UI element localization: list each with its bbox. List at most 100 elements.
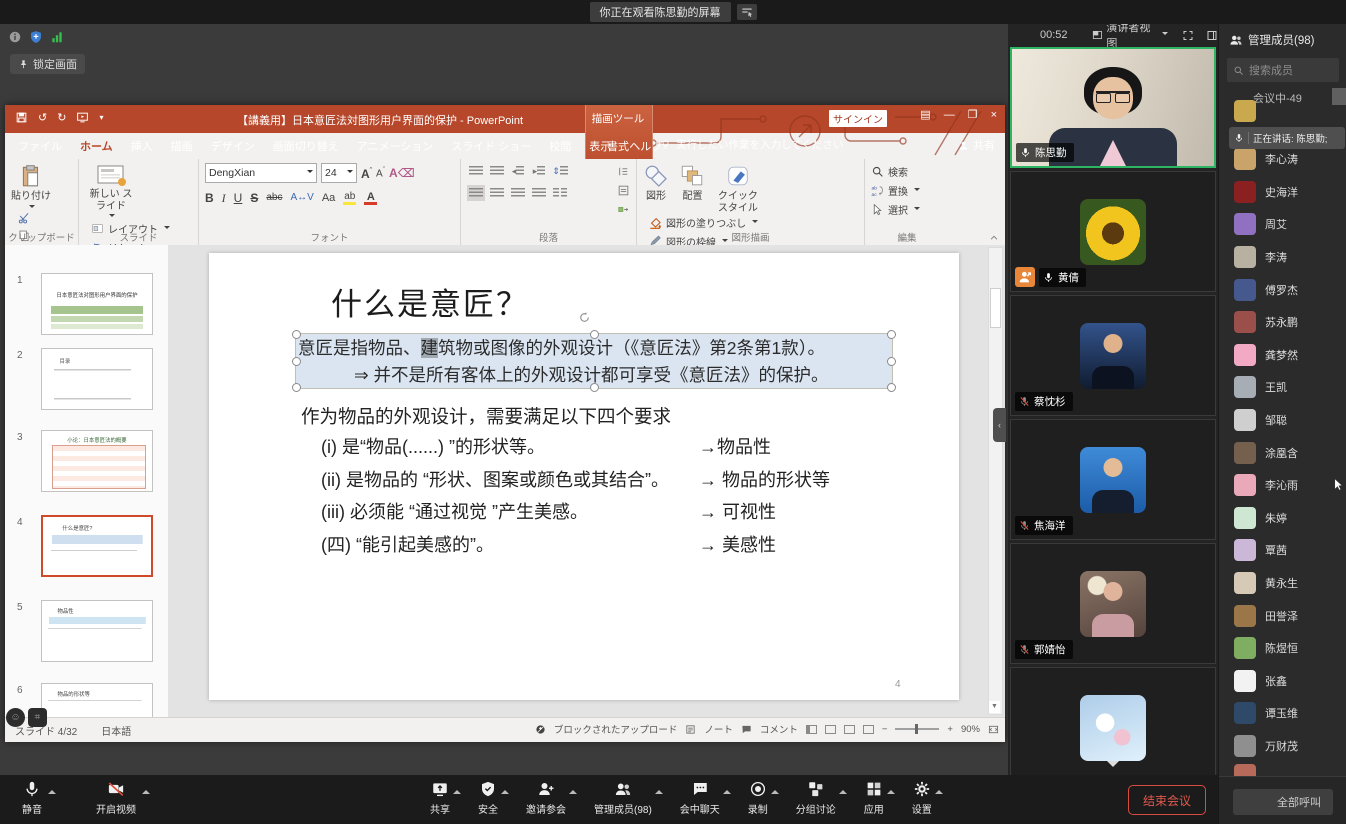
ribbon-display-icon[interactable]: ▤ <box>920 108 930 121</box>
in-meeting-tab[interactable]: 会议中-49 <box>1253 90 1302 106</box>
outdent-icon[interactable]: ◂ <box>509 163 527 179</box>
shrink-font-icon[interactable]: Aˇ <box>376 164 385 181</box>
quick-styles-button[interactable]: クイック スタイル <box>716 163 760 214</box>
toolbar-button[interactable]: 共享 <box>430 780 450 816</box>
slideshow-view-icon[interactable] <box>863 725 874 734</box>
strike-icon[interactable]: S <box>250 191 258 205</box>
ribbon-tab[interactable]: ファイル <box>9 133 71 159</box>
ribbon-tab[interactable]: 画面切り替え <box>264 133 348 159</box>
toolbar-button-options-icon[interactable] <box>453 786 461 794</box>
language-indicator[interactable]: 日本語 <box>101 723 131 738</box>
member-row[interactable]: 龚梦然 <box>1219 339 1346 372</box>
toolbar-button[interactable]: 录制 <box>748 780 768 816</box>
toolbar-button[interactable]: 管理成员(98) <box>594 780 652 816</box>
toolbar-button-options-icon[interactable] <box>723 786 731 794</box>
mute-options-icon[interactable] <box>48 786 56 794</box>
resize-handle[interactable] <box>590 383 599 392</box>
grow-font-icon[interactable]: Aˆ <box>361 165 372 181</box>
blocked-upload-label[interactable]: ブロックされたアップロード <box>554 722 678 736</box>
notes-button[interactable]: ノート <box>704 722 733 736</box>
toolbar-button[interactable]: 邀请参会 <box>526 780 566 816</box>
member-avatar-partial[interactable] <box>1234 100 1256 122</box>
toolbar-button-options-icon[interactable] <box>839 786 847 794</box>
call-all-button[interactable]: 全部呼叫 <box>1233 789 1333 815</box>
ribbon-tab[interactable]: ホーム <box>71 133 122 159</box>
ribbon-tab[interactable]: アニメーション <box>348 133 443 159</box>
restore-icon[interactable]: ❐ <box>968 108 978 121</box>
redo-icon[interactable]: ↻ <box>57 111 66 124</box>
toolbar-button[interactable]: 会中聊天 <box>680 780 720 816</box>
font-size-select[interactable]: 24 <box>321 163 357 183</box>
highlight-icon[interactable]: ab <box>343 190 356 205</box>
resize-handle[interactable] <box>292 357 301 366</box>
mute-button[interactable]: 静音 <box>22 780 42 816</box>
slide-thumbnail[interactable]: 3 小论：日本意匠法的概要 <box>41 430 153 492</box>
bold-icon[interactable]: B <box>205 191 214 205</box>
minimize-icon[interactable]: — <box>944 109 955 121</box>
change-case-icon[interactable]: Aa <box>322 191 335 205</box>
align-text-icon[interactable] <box>617 182 630 199</box>
collapse-ribbon-icon[interactable] <box>989 233 999 243</box>
scroll-down-icon[interactable]: ▼ <box>989 701 1000 713</box>
member-row[interactable]: 黄永生 <box>1219 567 1346 600</box>
toolbar-button[interactable]: 设置 <box>912 780 932 816</box>
member-row[interactable]: 万财茂 <box>1219 730 1346 763</box>
paste-button[interactable]: 貼り付け <box>11 163 51 211</box>
select-button[interactable]: 選択 <box>871 201 920 218</box>
resize-handle[interactable] <box>887 330 896 339</box>
video-options-icon[interactable] <box>142 786 150 794</box>
member-row[interactable]: 王凯 <box>1219 371 1346 404</box>
ppt-share-button[interactable]: 共有 <box>958 137 995 153</box>
member-row[interactable]: 张鑫 <box>1219 665 1346 698</box>
zoom-level[interactable]: 90% <box>961 724 980 735</box>
video-tile[interactable]: 黄倩 <box>1010 171 1216 292</box>
reaction-widget-icon[interactable]: ☺ <box>6 708 25 727</box>
member-row[interactable]: 傅罗杰 <box>1219 273 1346 306</box>
numbering-icon[interactable] <box>488 163 506 179</box>
cut-icon[interactable] <box>17 211 31 225</box>
smartart-icon[interactable] <box>617 201 630 218</box>
member-row[interactable]: 李涛 <box>1219 241 1346 274</box>
tab-stub[interactable] <box>1332 88 1346 105</box>
slide-thumbnail-panel[interactable]: 1 日本意匠法对图形用户界面的保护 2 目录 <box>5 245 169 717</box>
toolbar-button[interactable]: 安全 <box>478 780 498 816</box>
find-button[interactable]: 検索 <box>871 163 920 180</box>
sidebar-toggle-icon[interactable] <box>1206 29 1218 42</box>
end-meeting-button[interactable]: 结束会议 <box>1128 785 1206 815</box>
lock-screen-button[interactable]: 锁定画面 <box>10 54 85 74</box>
align-left-icon[interactable] <box>467 185 485 201</box>
member-row[interactable]: 朱婷 <box>1219 502 1346 535</box>
ribbon-tab-format[interactable]: 書式 <box>597 133 639 159</box>
strikethrough-abc-icon[interactable]: abc <box>266 191 282 205</box>
toolbar-button-options-icon[interactable] <box>569 786 577 794</box>
member-row[interactable]: 涂凰含 <box>1219 436 1346 469</box>
clear-format-icon[interactable]: A⌫ <box>389 166 415 180</box>
undo-icon[interactable]: ↺ <box>38 111 47 124</box>
toolbar-button-options-icon[interactable] <box>887 786 895 794</box>
toolbar-button-options-icon[interactable] <box>771 786 779 794</box>
scrollbar-thumb[interactable] <box>990 288 1001 328</box>
bullets-icon[interactable] <box>467 163 485 179</box>
tell-me-box[interactable]: 実行したい作業を入力してください <box>660 137 843 152</box>
ribbon-tab[interactable]: 挿入 <box>122 133 162 159</box>
ribbon-tab[interactable]: 描画 <box>162 133 202 159</box>
shape-fill-button[interactable]: 図形の塗りつぶし <box>649 214 758 231</box>
resize-handle[interactable] <box>292 383 301 392</box>
info-icon[interactable] <box>8 30 22 44</box>
start-video-button[interactable]: 开启视频 <box>96 780 136 816</box>
slide-thumbnail[interactable]: 4 什么是意匠? <box>41 515 153 577</box>
align-right-icon[interactable] <box>509 185 527 201</box>
align-center-icon[interactable] <box>488 185 506 201</box>
member-row[interactable]: 邹聪 <box>1219 404 1346 437</box>
slide-thumbnail[interactable]: 6 物品的形状等 <box>41 683 153 717</box>
member-row[interactable]: 李沁雨 <box>1219 469 1346 502</box>
toolbar-button-options-icon[interactable] <box>935 786 943 794</box>
member-row[interactable]: 苏永鹏 <box>1219 306 1346 339</box>
toolbar-button-options-icon[interactable] <box>501 786 509 794</box>
rotate-handle-icon[interactable] <box>578 311 591 324</box>
blocked-upload-icon[interactable] <box>535 724 546 735</box>
save-icon[interactable] <box>15 111 28 124</box>
zoom-in-icon[interactable]: + <box>947 724 953 735</box>
indent-icon[interactable]: ▸ <box>530 163 548 179</box>
member-row[interactable]: 田誉泽 <box>1219 599 1346 632</box>
